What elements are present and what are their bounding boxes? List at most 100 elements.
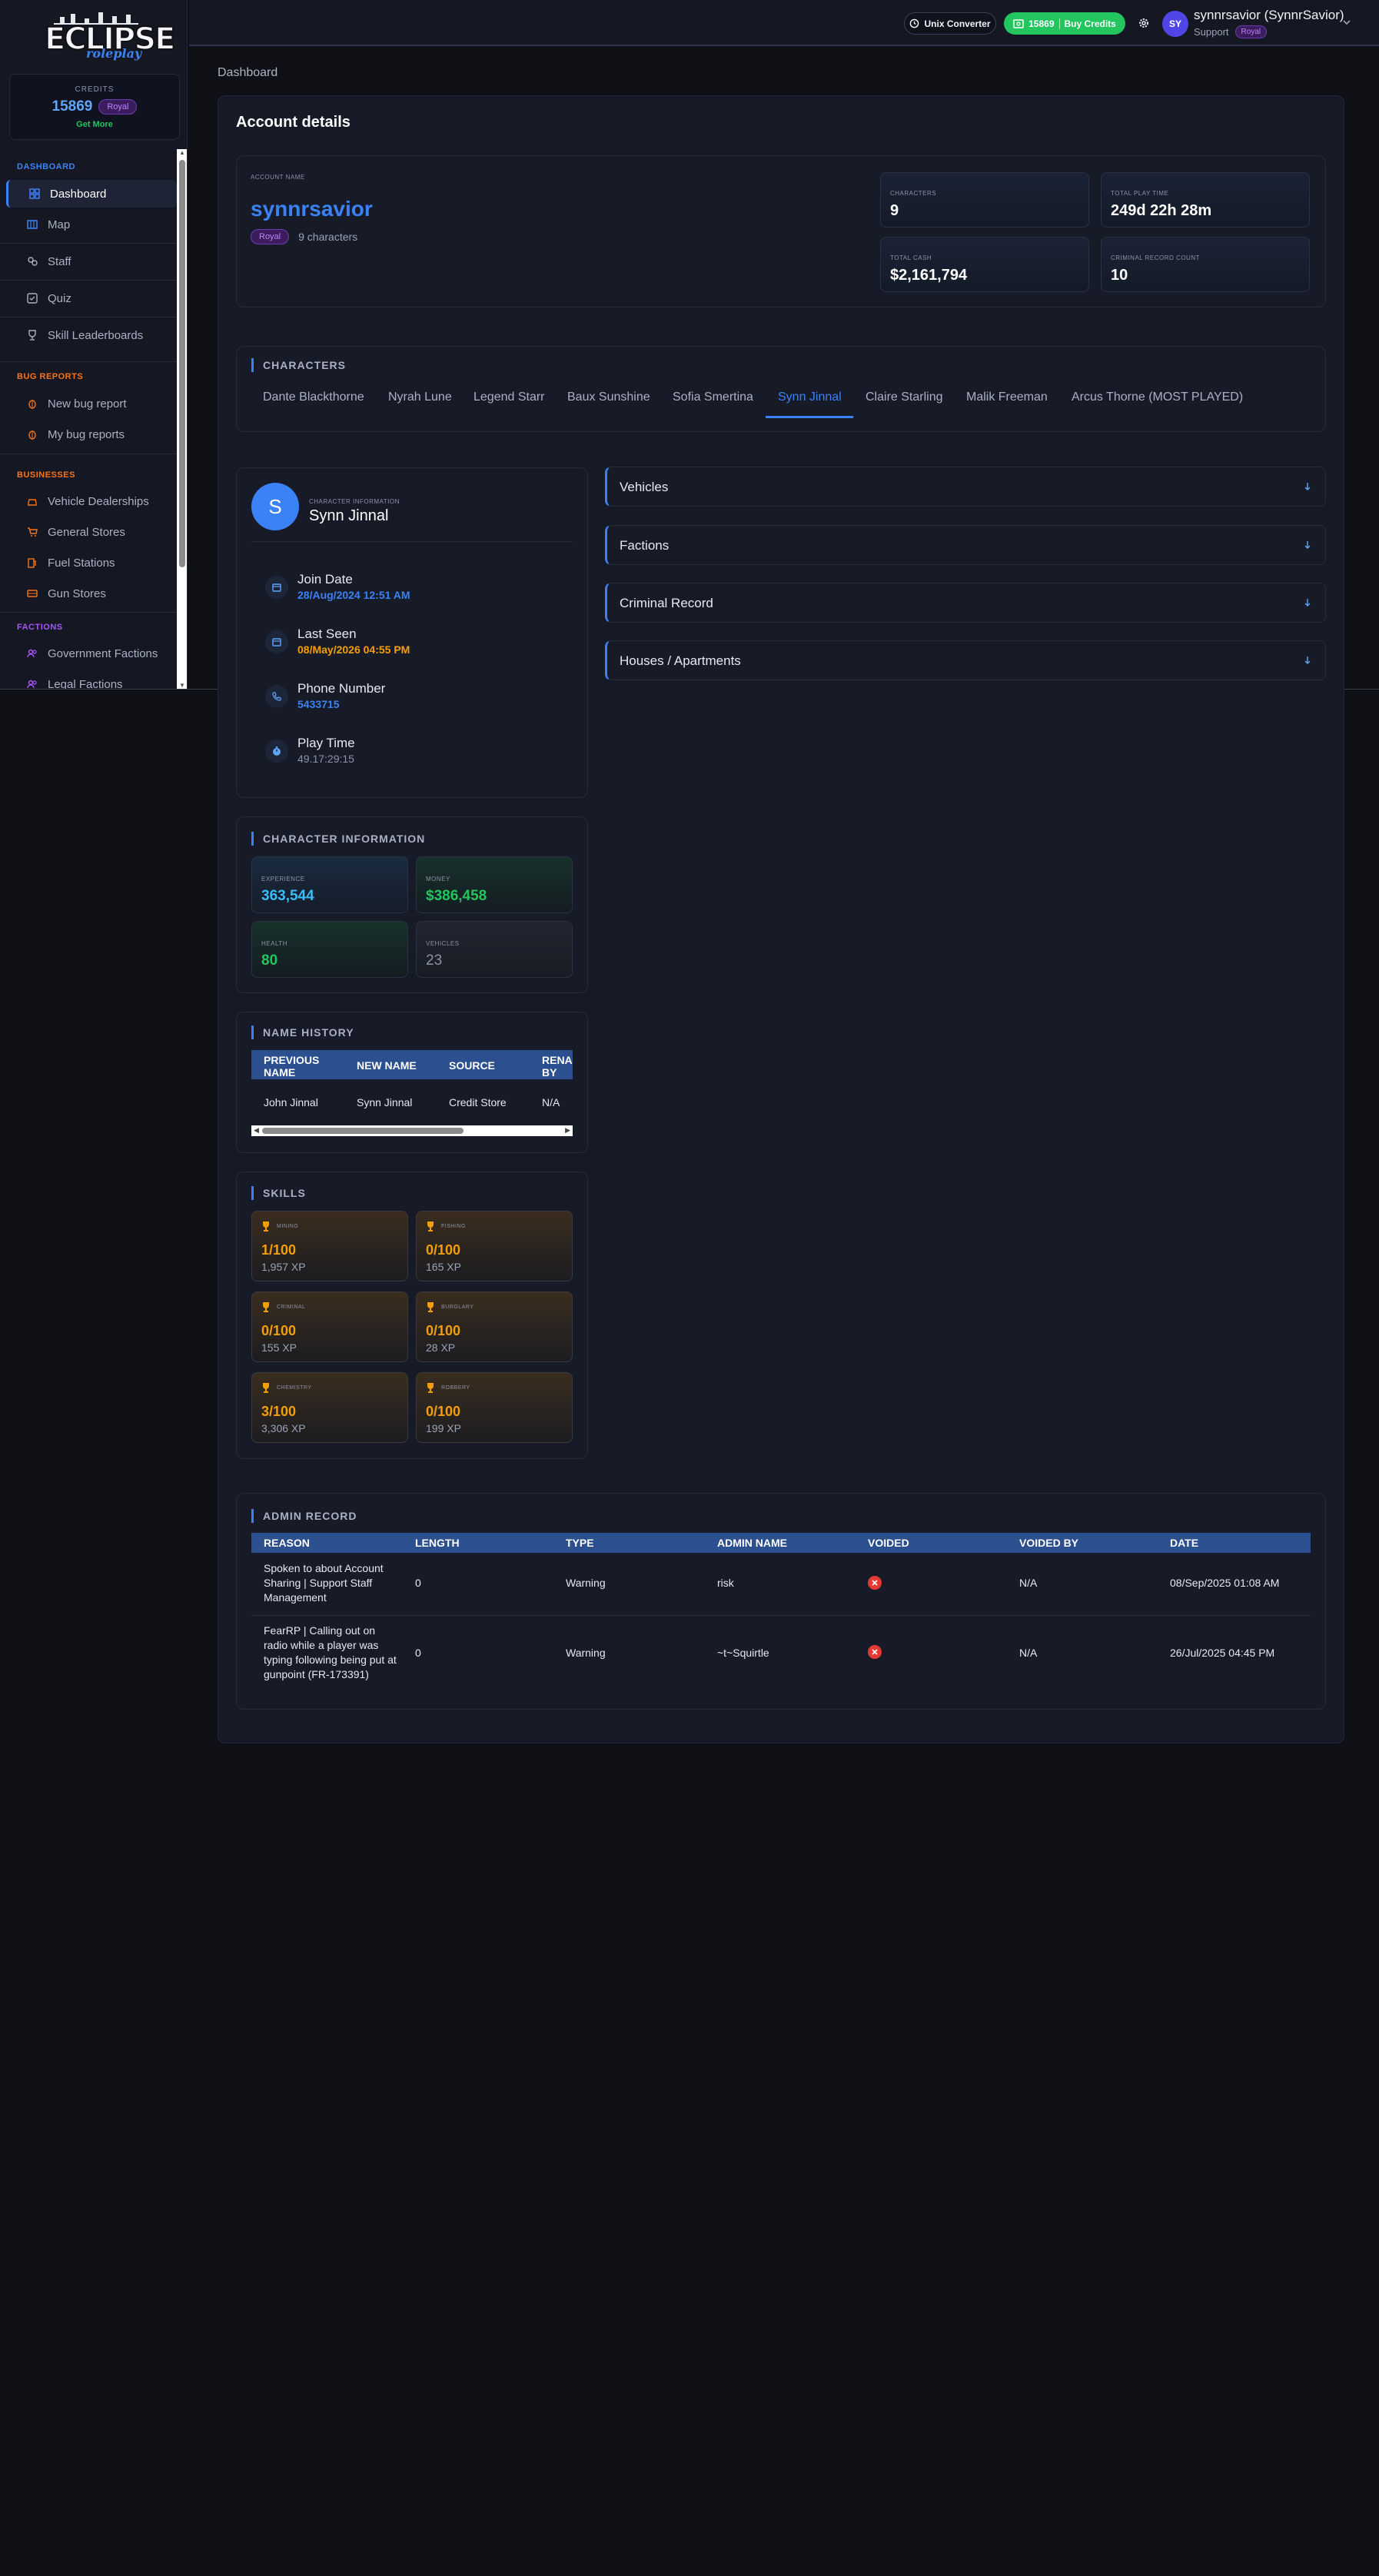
unix-converter-button[interactable]: Unix Converter bbox=[904, 12, 996, 35]
unix-converter-label: Unix Converter bbox=[924, 18, 991, 29]
logo-script-text: roleplay bbox=[86, 46, 142, 61]
stat-total-cash: TOTAL CASH $2,161,794 bbox=[880, 237, 1089, 292]
stat-label: VEHICLES bbox=[426, 940, 460, 947]
stat-label: HEALTH bbox=[261, 940, 287, 947]
skill-label: BURGLARY bbox=[441, 1305, 474, 1310]
skill-level: 3/100 bbox=[261, 1404, 297, 1419]
stopwatch-icon bbox=[265, 740, 288, 763]
sidebar-item-map[interactable]: Map bbox=[6, 211, 177, 238]
scrollbar-thumb[interactable] bbox=[262, 1128, 464, 1134]
logo[interactable]: ECLIPSE roleplay bbox=[0, 0, 187, 69]
accordion-criminal-record[interactable]: Criminal Record bbox=[605, 583, 1326, 623]
tab-character[interactable]: Arcus Thorne (MOST PLAYED) bbox=[1072, 391, 1243, 404]
characters-title: CHARACTERS bbox=[251, 358, 346, 372]
sidebar-item-dashboard[interactable]: Dashboard bbox=[6, 180, 177, 208]
sidebar-item-new-bug-report[interactable]: New bug report bbox=[6, 390, 177, 417]
horizontal-scrollbar[interactable]: ◀ ▶ bbox=[251, 1125, 573, 1136]
sidebar-scrollbar[interactable]: ▲ ▼ bbox=[177, 149, 187, 689]
tab-character[interactable]: Malik Freeman bbox=[966, 391, 1048, 404]
sidebar-item-my-bug-reports[interactable]: My bug reports bbox=[6, 420, 177, 448]
sidebar-item-government-factions[interactable]: Government Factions bbox=[6, 640, 177, 667]
arrow-down-icon bbox=[1304, 483, 1311, 490]
avatar[interactable]: SY bbox=[1162, 11, 1188, 37]
accordion-houses-apartments[interactable]: Houses / Apartments bbox=[605, 640, 1326, 680]
users-icon bbox=[26, 678, 38, 689]
skill-tile-robbery: ROBBERY 0/100 199 XP bbox=[416, 1372, 573, 1443]
sidebar-item-staff[interactable]: Staff bbox=[6, 248, 177, 275]
calendar-icon bbox=[265, 630, 288, 653]
skill-level: 1/100 bbox=[261, 1242, 297, 1258]
scroll-right-icon[interactable]: ▶ bbox=[565, 1126, 570, 1135]
chevron-down-icon[interactable] bbox=[1341, 17, 1352, 32]
sidebar-item-skill-leaderboards[interactable]: Skill Leaderboards bbox=[6, 321, 177, 349]
table-cell-voided-by: N/A bbox=[1019, 1577, 1038, 1589]
sidebar-item-vehicle-dealerships[interactable]: Vehicle Dealerships bbox=[6, 487, 177, 515]
row-divider bbox=[251, 1615, 1311, 1616]
table-cell: Credit Store bbox=[449, 1096, 507, 1109]
character-info-label: CHARACTER INFORMATION bbox=[309, 498, 400, 505]
sidebar-item-label: General Stores bbox=[48, 525, 125, 539]
stat-value: 23 bbox=[426, 952, 443, 969]
scroll-down-icon[interactable]: ▼ bbox=[179, 682, 185, 689]
page-title: Account details bbox=[236, 114, 351, 131]
gear-icon[interactable] bbox=[1136, 15, 1151, 31]
scrollbar-thumb[interactable] bbox=[179, 160, 185, 567]
users-icon bbox=[26, 647, 38, 660]
tab-character[interactable]: Sofia Smertina bbox=[673, 391, 753, 404]
get-more-link[interactable]: Get More bbox=[10, 120, 179, 129]
name-history-title: NAME HISTORY bbox=[251, 1025, 354, 1039]
sidebar-item-general-stores[interactable]: General Stores bbox=[6, 518, 177, 546]
table-cell-date: 08/Sep/2025 01:08 AM bbox=[1170, 1577, 1280, 1589]
tab-character[interactable]: Baux Sunshine bbox=[567, 391, 650, 404]
breadcrumb: Dashboard bbox=[218, 66, 278, 79]
trophy-icon bbox=[263, 1302, 269, 1312]
sidebar-item-legal-factions[interactable]: Legal Factions bbox=[6, 670, 177, 689]
tab-character-active[interactable]: Synn Jinnal bbox=[778, 391, 842, 404]
tab-character[interactable]: Nyrah Lune bbox=[388, 391, 452, 404]
sidebar-item-label: Vehicle Dealerships bbox=[48, 494, 149, 508]
skill-xp: 28 XP bbox=[426, 1341, 456, 1354]
divider bbox=[1058, 18, 1060, 29]
skill-label: FISHING bbox=[441, 1224, 466, 1229]
trophy-icon bbox=[427, 1302, 434, 1312]
tab-character[interactable]: Claire Starling bbox=[866, 391, 942, 404]
staff-icon bbox=[26, 255, 38, 268]
stat-label: EXPERIENCE bbox=[261, 876, 305, 882]
sidebar-item-quiz[interactable]: Quiz bbox=[6, 284, 177, 312]
accordion-vehicles[interactable]: Vehicles bbox=[605, 467, 1326, 507]
sidebar-item-label: Legal Factions bbox=[48, 677, 123, 690]
stat-value: 80 bbox=[261, 952, 278, 969]
table-cell-admin-name: risk bbox=[717, 1577, 734, 1589]
sidebar-item-fuel-stations[interactable]: Fuel Stations bbox=[6, 549, 177, 577]
stat-value: 9 bbox=[890, 202, 899, 219]
user-name[interactable]: synnrsavior (SynnrSavior) bbox=[1194, 8, 1344, 23]
skill-level: 0/100 bbox=[426, 1242, 461, 1258]
sidebar-item-label: My bug reports bbox=[48, 427, 125, 441]
characters-count-text: 9 characters bbox=[298, 231, 358, 243]
buy-credits-button[interactable]: 15869 Buy Credits bbox=[1004, 12, 1125, 35]
bug-icon bbox=[26, 397, 38, 410]
skill-tile-fishing: FISHING 0/100 165 XP bbox=[416, 1211, 573, 1281]
bug-icon bbox=[26, 428, 38, 440]
column-header: REASON bbox=[264, 1537, 310, 1549]
tab-character[interactable]: Legend Starr bbox=[474, 391, 545, 404]
sidebar-item-gun-stores[interactable]: Gun Stores bbox=[6, 580, 177, 607]
column-header: SOURCE bbox=[449, 1059, 495, 1072]
tab-character[interactable]: Dante Blackthorne bbox=[263, 391, 364, 404]
scroll-up-icon[interactable]: ▲ bbox=[179, 149, 185, 156]
character-information-title: CHARACTER INFORMATION bbox=[251, 832, 425, 846]
sidebar-item-label: Dashboard bbox=[50, 187, 107, 201]
skill-xp: 199 XP bbox=[426, 1422, 461, 1434]
character-avatar: S bbox=[251, 483, 299, 530]
table-cell-type: Warning bbox=[566, 1647, 606, 1659]
car-icon bbox=[26, 495, 38, 507]
skill-xp: 155 XP bbox=[261, 1341, 297, 1354]
phone-icon bbox=[265, 685, 288, 708]
scroll-left-icon[interactable]: ◀ bbox=[254, 1126, 259, 1135]
stat-value: 249d 22h 28m bbox=[1111, 202, 1212, 219]
stat-tile-money: MONEY $386,458 bbox=[416, 856, 573, 913]
accordion-factions[interactable]: Factions bbox=[605, 525, 1326, 565]
account-summary: Royal 9 characters bbox=[251, 229, 357, 244]
stat-criminal-record-count: CRIMINAL RECORD COUNT 10 bbox=[1101, 237, 1310, 292]
credits-amount: 15869 bbox=[52, 98, 93, 115]
